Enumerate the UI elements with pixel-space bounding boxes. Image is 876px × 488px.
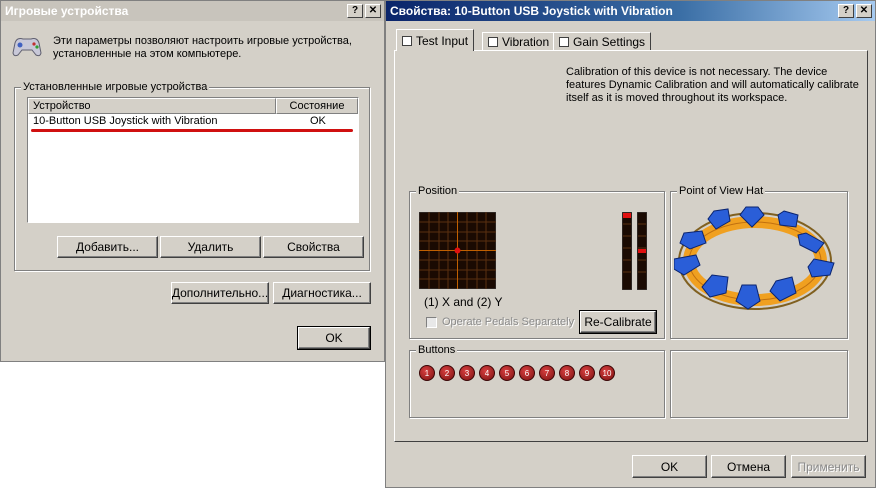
gamepad-icon	[12, 38, 42, 57]
buttons-row: 1 2 3 4 5 6 7 8 9 10	[419, 365, 615, 381]
tab-gain-settings[interactable]: Gain Settings	[553, 32, 652, 51]
pov-hat-icon	[674, 206, 835, 310]
recalibrate-button[interactable]: Re-Calibrate	[579, 310, 657, 334]
calibration-line2: features Dynamic Calibration and will au…	[566, 79, 859, 91]
joystick-button-5: 5	[499, 365, 515, 381]
joystick-button-4: 4	[479, 365, 495, 381]
joystick-button-6: 6	[519, 365, 535, 381]
xy-crosshair-display	[419, 212, 496, 289]
calibration-line1: Calibration of this device is not necess…	[566, 66, 828, 78]
buttons-group: Buttons	[409, 344, 665, 418]
pedals-label: Operate Pedals Separately	[442, 316, 575, 328]
vibration-icon	[488, 36, 498, 47]
joystick-button-2: 2	[439, 365, 455, 381]
left-titlebar[interactable]: Игровые устройства ? ✕	[1, 1, 384, 21]
remove-button[interactable]: Удалить	[160, 236, 261, 258]
position-label: Position	[416, 185, 460, 197]
device-name-cell: 10-Button USB Joystick with Vibration	[33, 115, 218, 127]
close-button[interactable]: ✕	[365, 4, 381, 18]
axis-slider-1	[622, 212, 632, 290]
left-ok-button[interactable]: OK	[297, 326, 371, 350]
tab-label: Test Input	[416, 33, 469, 48]
joystick-button-9: 9	[579, 365, 595, 381]
left-window-title: Игровые устройства	[5, 4, 129, 18]
calibration-line3: itself as it is moved throughout its wor…	[566, 92, 788, 104]
pov-label: Point of View Hat	[677, 185, 766, 197]
joystick-button-10: 10	[599, 365, 615, 381]
axis-slider-2	[637, 212, 647, 290]
axes-label: (1) X and (2) Y	[424, 295, 503, 309]
properties-button[interactable]: Свойства	[263, 236, 364, 258]
pedals-checkbox[interactable]	[426, 317, 437, 328]
buttons-label: Buttons	[416, 344, 458, 356]
joystick-button-3: 3	[459, 365, 475, 381]
table-row[interactable]: 10-Button USB Joystick with Vibration OK	[28, 115, 358, 129]
test-input-icon	[402, 35, 412, 46]
intro-line2: установленные на этом компьютере.	[53, 48, 242, 60]
gain-settings-icon	[559, 36, 569, 47]
tab-label: Vibration	[502, 34, 550, 49]
joystick-button-1: 1	[419, 365, 435, 381]
tab-label: Gain Settings	[573, 34, 646, 49]
apply-button[interactable]: Применить	[791, 455, 866, 478]
red-underline-annotation	[31, 129, 353, 132]
help-button[interactable]: ?	[347, 4, 363, 18]
close-button[interactable]: ✕	[856, 4, 872, 18]
device-status-cell: OK	[310, 115, 326, 127]
intro-line1: Эти параметры позволяют настроить игровы…	[53, 35, 352, 47]
right-ok-button[interactable]: OK	[632, 455, 707, 478]
right-window-title: Свойства: 10-Button USB Joystick with Vi…	[390, 4, 673, 18]
joystick-properties-window: Свойства: 10-Button USB Joystick with Vi…	[385, 0, 876, 488]
empty-group	[670, 350, 848, 418]
joystick-button-7: 7	[539, 365, 555, 381]
cancel-button[interactable]: Отмена	[711, 455, 786, 478]
tab-test-input[interactable]: Test Input	[396, 29, 475, 51]
right-titlebar[interactable]: Свойства: 10-Button USB Joystick with Vi…	[386, 1, 875, 21]
device-list[interactable]: Устройство Состояние 10-Button USB Joyst…	[27, 97, 359, 223]
list-header: Устройство Состояние	[28, 98, 358, 114]
installed-devices-label: Установленные игровые устройства	[21, 81, 210, 93]
game-controllers-window: Игровые устройства ? ✕ Эти параметры поз…	[0, 0, 385, 362]
joystick-button-8: 8	[559, 365, 575, 381]
help-button[interactable]: ?	[838, 4, 854, 18]
add-button[interactable]: Добавить...	[57, 236, 158, 258]
tab-vibration[interactable]: Vibration	[482, 32, 556, 51]
column-header-status[interactable]: Состояние	[276, 98, 358, 114]
column-header-device[interactable]: Устройство	[28, 98, 276, 114]
advanced-button[interactable]: Дополнительно...	[171, 282, 269, 304]
diagnostics-button[interactable]: Диагностика...	[273, 282, 371, 304]
